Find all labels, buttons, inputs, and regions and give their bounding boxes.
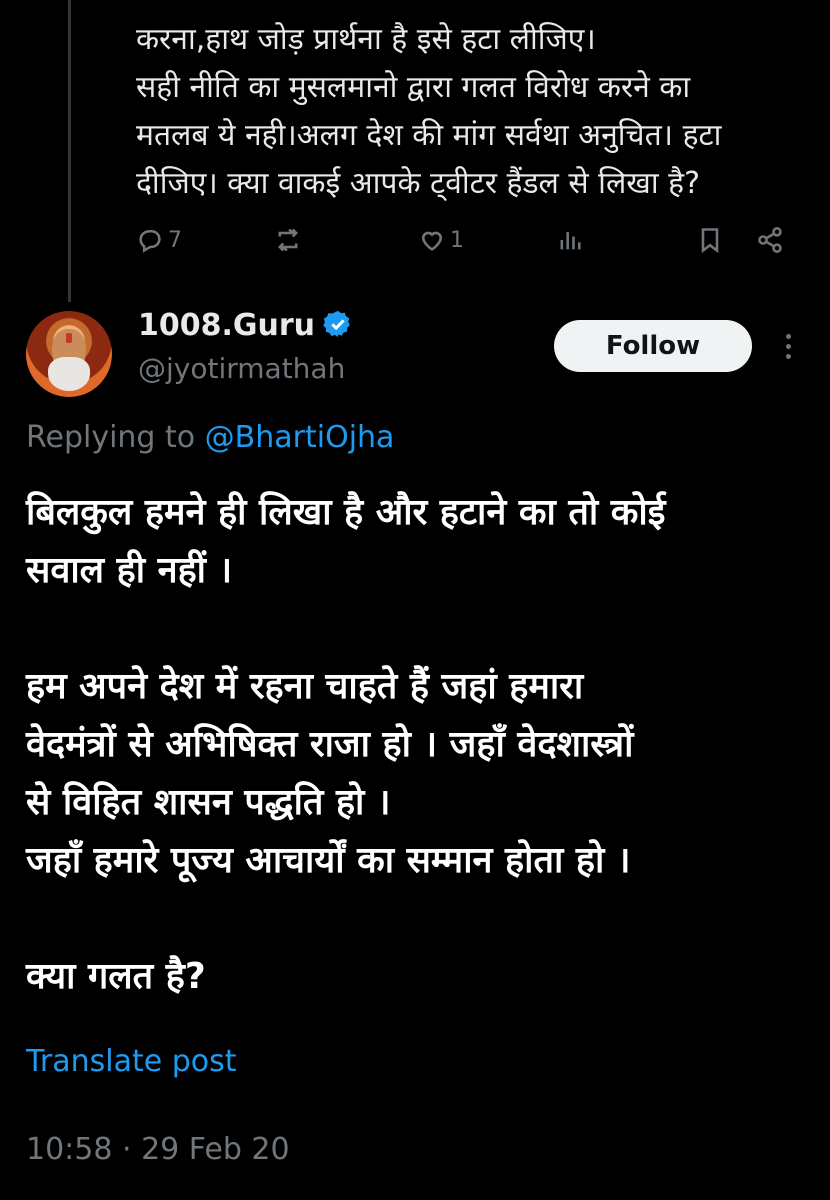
bar-chart-icon <box>560 231 581 250</box>
previous-tweet-line: करना,हाथ जोड़ प्रार्थना है इसे हटा लीजिए… <box>136 22 596 57</box>
tweet-timestamp[interactable]: 10:58 · 29 Feb 20 <box>26 1132 290 1167</box>
replying-to-line: Replying to @BhartiOjha <box>26 420 394 455</box>
reply-button[interactable]: 7 <box>136 226 182 254</box>
repost-button[interactable] <box>274 226 306 254</box>
verified-badge-icon <box>323 309 353 343</box>
replying-prefix: Replying to <box>26 420 205 455</box>
follow-button[interactable]: Follow <box>554 320 752 372</box>
share-icon <box>758 227 782 253</box>
previous-tweet-text: करना,हाथ जोड़ प्रार्थना है इसे हटा लीजिए… <box>136 22 816 208</box>
thread-connector-line <box>68 0 71 302</box>
views-button[interactable] <box>556 226 584 254</box>
tweet-line: बिलकुल हमने ही लिखा है और हटाने का तो को… <box>26 492 666 533</box>
like-button[interactable]: 1 <box>418 226 464 254</box>
tweet-line: से विहित शासन पद्धति हो । <box>26 782 391 823</box>
tweet-line: हम अपने देश में रहना चाहते हैं जहां हमार… <box>26 666 584 707</box>
repost-icon <box>278 228 298 252</box>
author-name-row: 1008.Guru <box>138 308 353 343</box>
like-count: 1 <box>450 227 464 253</box>
tweet-line: जहाँ हमारे पूज्य आचार्यों का सम्मान होता… <box>26 840 631 881</box>
heart-icon <box>421 231 443 251</box>
share-button[interactable] <box>756 226 784 254</box>
previous-tweet-line: सही नीति का मुसलमानो द्वारा गलत विरोध कर… <box>136 70 691 105</box>
reply-count: 7 <box>168 227 182 253</box>
translate-post-link[interactable]: Translate post <box>26 1044 237 1079</box>
previous-tweet-line: दीजिए। क्या वाकई आपके ट्वीटर हैंडल से लि… <box>136 166 700 201</box>
replying-mention-link[interactable]: @BhartiOjha <box>205 420 395 455</box>
tweet-line: क्या गलत है? <box>26 956 206 997</box>
avatar[interactable] <box>26 311 112 397</box>
tweet-line: वेदमंत्रों से अभिषिक्त राजा हो । जहाँ वे… <box>26 724 634 765</box>
reply-icon <box>139 229 161 253</box>
previous-tweet-line: मतलब ये नही।अलग देश की मांग सर्वथा अनुचि… <box>136 118 722 153</box>
bookmark-button[interactable] <box>696 226 724 254</box>
bookmark-icon <box>701 228 719 254</box>
tweet-line: सवाल ही नहीं । <box>26 550 233 591</box>
author-handle[interactable]: @jyotirmathah <box>138 352 345 385</box>
previous-tweet-actions: 7 1 <box>136 226 796 266</box>
tweet-text: बिलकुल हमने ही लिखा है और हटाने का तो को… <box>26 484 816 1006</box>
more-options-icon[interactable] <box>778 330 798 362</box>
author-display-name[interactable]: 1008.Guru <box>138 308 315 343</box>
avatar-tilak <box>66 333 72 343</box>
avatar-beard <box>48 357 90 391</box>
